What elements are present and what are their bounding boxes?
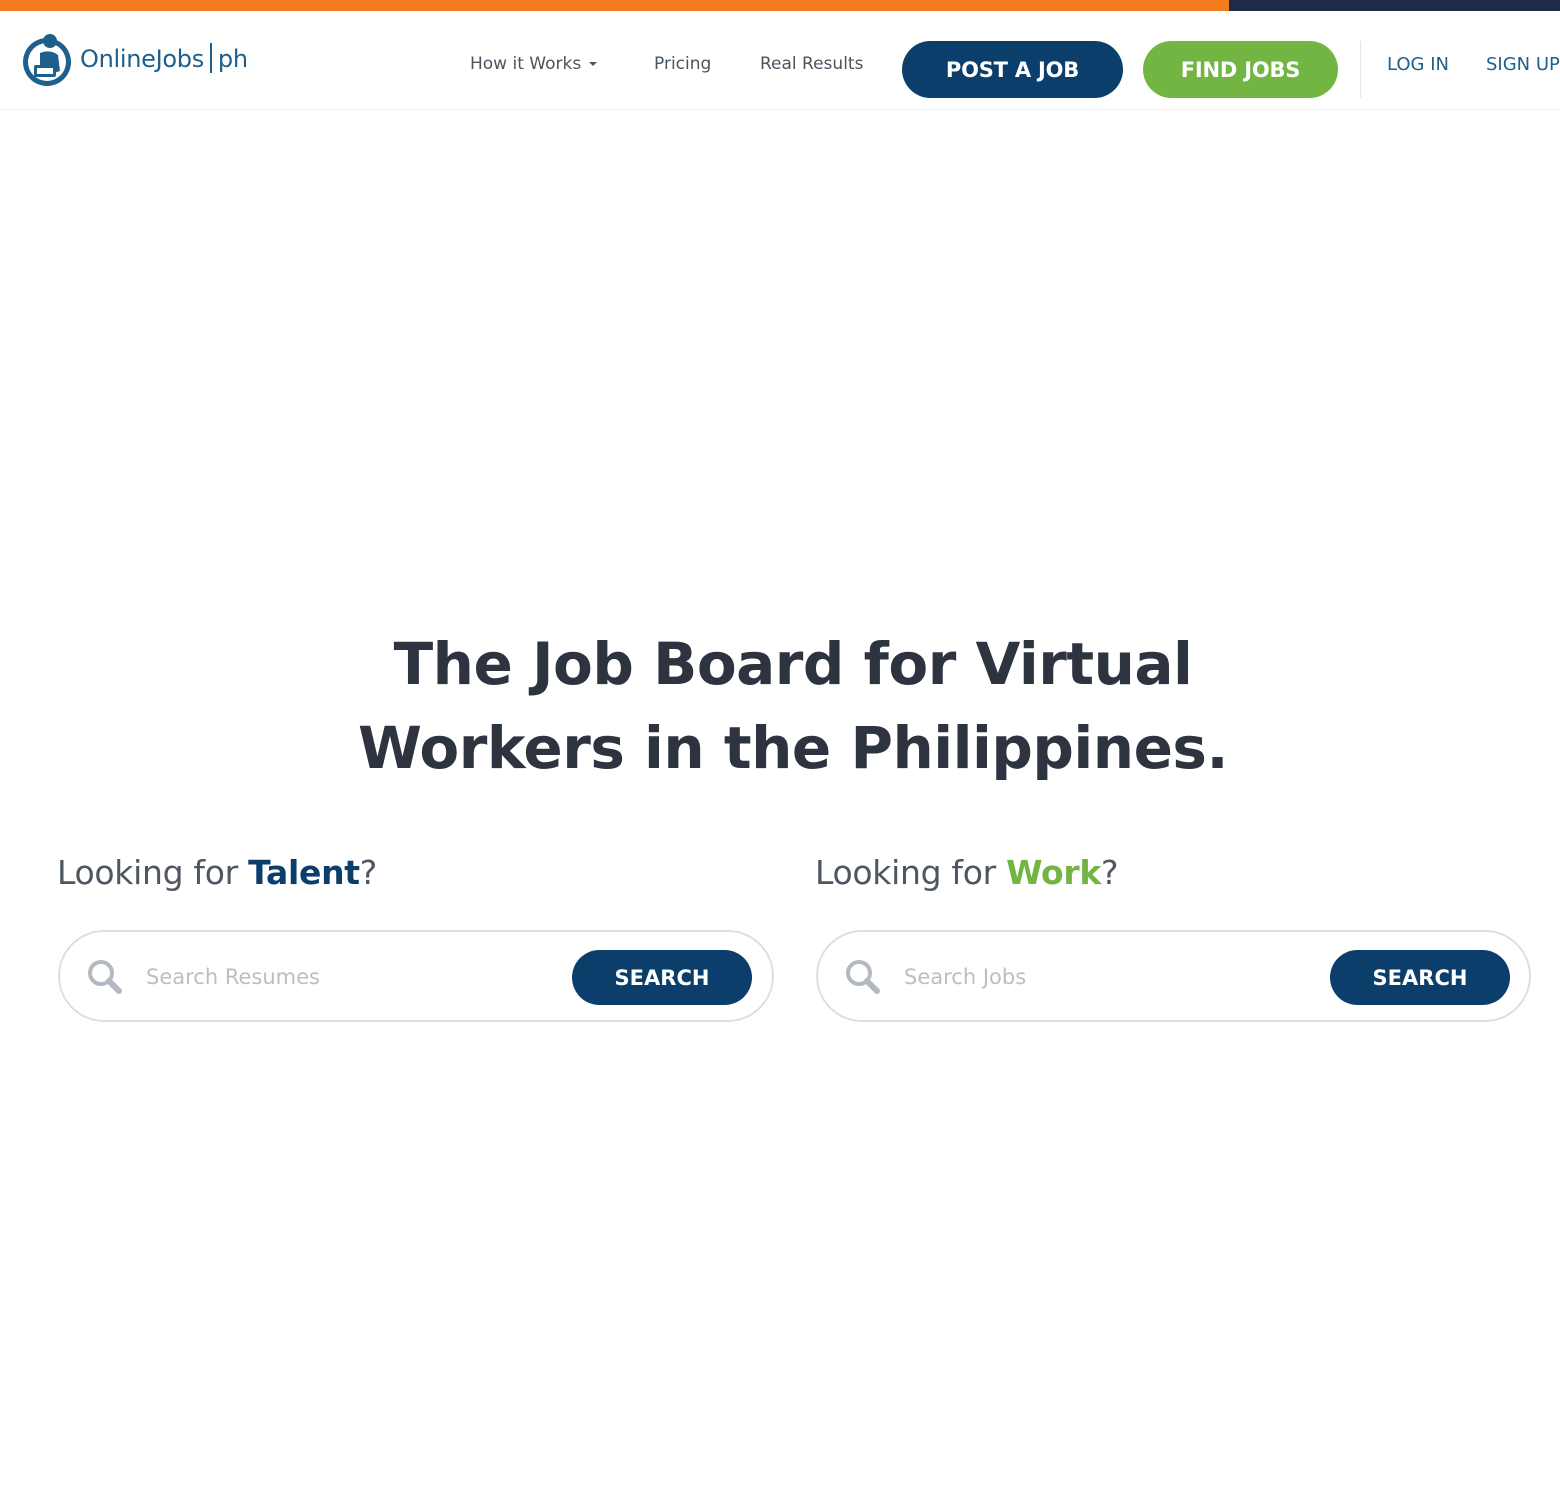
site-header: OnlineJobs ph How it Works Pricing Real R… [0, 11, 1560, 110]
logo-separator [209, 43, 212, 73]
talent-heading-suffix: ? [359, 853, 378, 892]
logo-wordmark: OnlineJobs ph [80, 43, 248, 73]
work-heading-emphasis: Work [1006, 853, 1102, 892]
nav-real-results[interactable]: Real Results [760, 54, 863, 74]
talent-heading-prefix: Looking for [57, 853, 249, 892]
find-jobs-button[interactable]: FIND JOBS [1143, 41, 1338, 98]
resume-search-input[interactable] [144, 957, 548, 997]
hero-title: The Job Board for Virtual Workers in the… [0, 622, 1560, 790]
search-icon [846, 960, 880, 994]
post-a-job-button[interactable]: POST A JOB [902, 41, 1123, 98]
looking-for-talent-heading: Looking for Talent? [57, 853, 377, 892]
person-at-laptop-logo-icon [23, 34, 71, 86]
resume-search-box: SEARCH [58, 930, 774, 1022]
caret-down-icon [589, 62, 598, 66]
job-search-box: SEARCH [816, 930, 1531, 1022]
search-icon [88, 960, 122, 994]
job-search-button[interactable]: SEARCH [1330, 950, 1510, 1005]
site-logo[interactable]: OnlineJobs ph [20, 31, 280, 89]
job-search-input[interactable] [902, 957, 1306, 997]
hero-title-line-2: Workers in the Philippines. [358, 714, 1228, 782]
logo-suffix: ph [217, 45, 248, 73]
top-color-strip [0, 0, 1560, 11]
looking-for-work-heading: Looking for Work? [815, 853, 1119, 892]
signup-link[interactable]: SIGN UP [1486, 54, 1560, 75]
nav-how-it-works[interactable]: How it Works [470, 54, 598, 74]
hero-title-line-1: The Job Board for Virtual [393, 630, 1193, 698]
nav-how-it-works-label: How it Works [470, 54, 582, 74]
work-heading-suffix: ? [1101, 853, 1119, 892]
login-link[interactable]: LOG IN [1387, 54, 1449, 75]
header-divider [1360, 41, 1361, 98]
top-strip-orange [0, 0, 1229, 11]
resume-search-button[interactable]: SEARCH [572, 950, 752, 1005]
work-heading-prefix: Looking for [815, 853, 1007, 892]
logo-name: OnlineJobs [80, 45, 204, 73]
top-strip-navy [1229, 0, 1560, 11]
talent-heading-emphasis: Talent [248, 853, 360, 892]
nav-pricing[interactable]: Pricing [654, 54, 711, 74]
